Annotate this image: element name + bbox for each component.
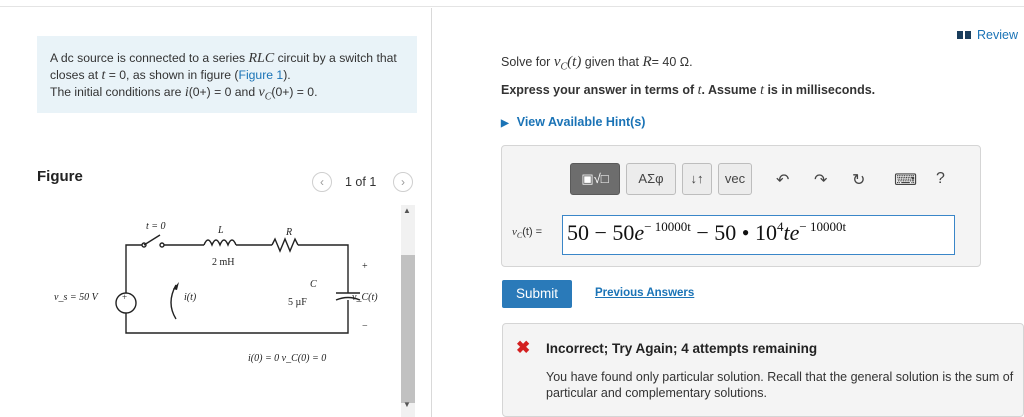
resistor-label: R bbox=[285, 227, 292, 238]
greek-symbols-button[interactable]: ΑΣφ bbox=[626, 163, 676, 195]
panel-divider bbox=[431, 8, 432, 417]
error-x-icon: ✖ bbox=[516, 338, 531, 357]
submit-button[interactable]: Submit bbox=[502, 280, 572, 308]
figure-scroll-thumb[interactable] bbox=[401, 255, 415, 403]
capacitor-value: 5 µF bbox=[288, 297, 307, 308]
undo-icon[interactable]: ↶ bbox=[776, 170, 789, 190]
reset-icon[interactable]: ↻ bbox=[852, 170, 865, 190]
current-label: i(t) bbox=[184, 292, 197, 303]
capacitor-label: C bbox=[310, 279, 317, 290]
redo-icon[interactable]: ↷ bbox=[814, 170, 827, 190]
inductor-value: 2 mH bbox=[212, 257, 235, 268]
vector-button[interactable]: vec bbox=[718, 163, 752, 195]
question-prompt: Solve for vC(t) given that R= 40 Ω. bbox=[501, 54, 693, 73]
inductor-label: L bbox=[217, 225, 224, 236]
rlc-circuit-diagram: t = 0 L 2 mH R C 5 µF v_s = 50 V i(t) v_… bbox=[54, 221, 378, 364]
vc-label: v_C(t) bbox=[352, 292, 378, 303]
templates-button[interactable]: ▣√□ bbox=[570, 163, 620, 195]
book-icon bbox=[957, 31, 971, 39]
help-icon[interactable]: ? bbox=[936, 170, 945, 188]
review-link[interactable]: Review bbox=[957, 28, 1018, 42]
keyboard-icon[interactable]: ⌨ bbox=[894, 170, 917, 190]
caret-right-icon: ▶ bbox=[501, 118, 509, 129]
view-hints-link[interactable]: ▶ View Available Hint(s) bbox=[501, 115, 645, 129]
top-divider bbox=[0, 6, 1024, 7]
scroll-up-icon[interactable]: ▲ bbox=[403, 206, 411, 215]
figure-next-button[interactable]: › bbox=[393, 172, 413, 192]
vc-plus: + bbox=[362, 261, 368, 272]
source-label: v_s = 50 V bbox=[54, 292, 100, 303]
figure-link[interactable]: Figure 1 bbox=[239, 68, 284, 82]
source-plus: + bbox=[122, 292, 127, 302]
previous-answers-link[interactable]: Previous Answers bbox=[595, 287, 694, 299]
problem-statement: A dc source is connected to a series RLC… bbox=[37, 36, 417, 113]
scroll-down-icon[interactable]: ▼ bbox=[403, 400, 411, 409]
feedback-title: Incorrect; Try Again; 4 attempts remaini… bbox=[546, 341, 818, 356]
vc-minus: − bbox=[362, 321, 368, 332]
feedback-text: You have found only particular solution.… bbox=[546, 370, 1014, 400]
answer-input[interactable]: 50 − 50e− 10000t − 50 • 104te− 10000t bbox=[562, 215, 955, 255]
subscript-button[interactable]: ↓↑ bbox=[682, 163, 712, 195]
answer-label: vC(t) = bbox=[512, 226, 543, 241]
figure-prev-button[interactable]: ‹ bbox=[312, 172, 332, 192]
answer-instructions: Express your answer in terms of t. Assum… bbox=[501, 83, 876, 98]
initial-conditions: i(0) = 0 v_C(0) = 0 bbox=[248, 353, 326, 364]
figure-pager: 1 of 1 bbox=[345, 175, 377, 189]
figure-title: Figure bbox=[37, 168, 83, 185]
switch-label: t = 0 bbox=[146, 221, 166, 232]
